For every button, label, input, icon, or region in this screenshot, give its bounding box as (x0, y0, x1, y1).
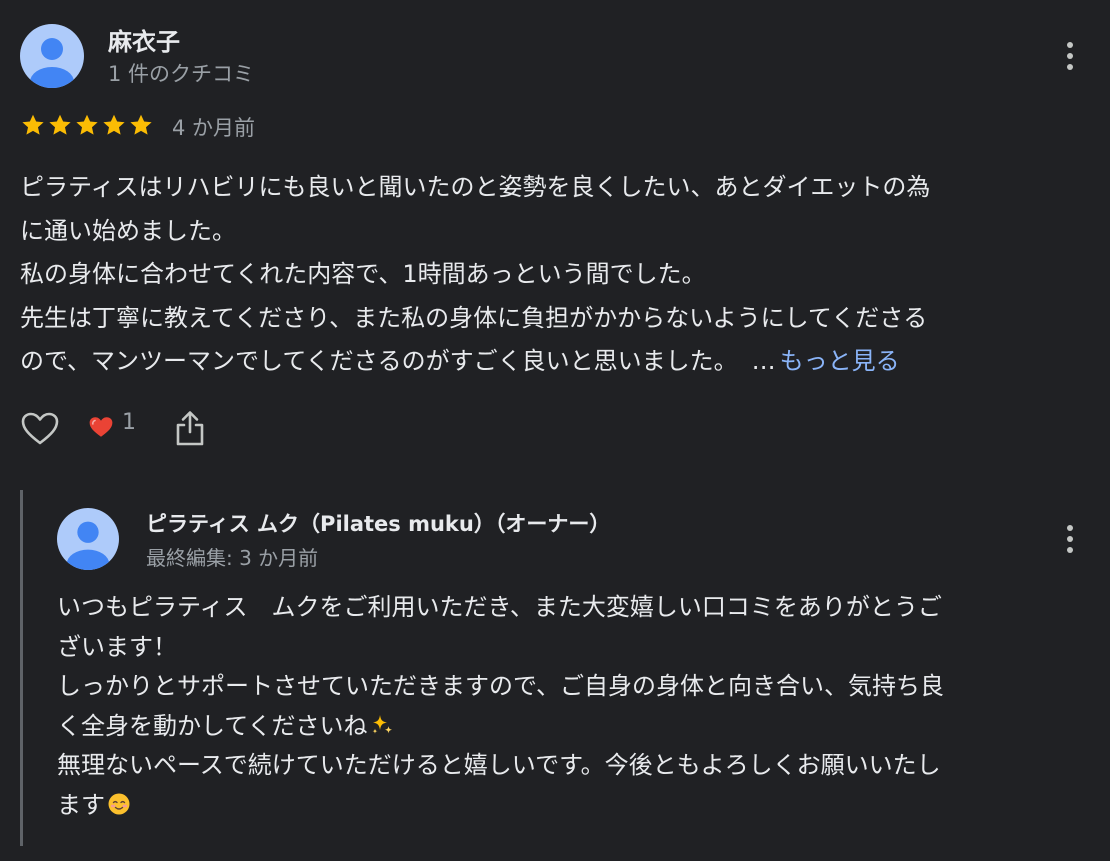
owner-name: ピラティス ムク（Pilates muku）（オーナー） (146, 512, 611, 536)
review-text-line: ので、マンツーマンでしてくださるのがすごく良いと思いました。 (20, 347, 738, 375)
sparkles-emoji (372, 714, 392, 734)
reply-text-line-with-emoji: ます (57, 786, 1097, 826)
reviewer-avatar[interactable] (20, 24, 84, 88)
star-icon (103, 114, 125, 135)
review-text-line: 先生は丁寧に教えてくださり、また私の身体に負担がかからないようにしてくださる (20, 303, 928, 332)
reply-text-line: ざいます！ (57, 632, 177, 661)
heart-outline-icon (21, 412, 59, 445)
reply-text-line: ます (57, 790, 105, 819)
reply-text-line: いつもピラティス ムクをご利用いただき、また大変嬉しい口コミをありがとうご (57, 593, 942, 621)
reply-text-line: く全身を動かしてくださいね (57, 711, 368, 740)
star-icon (76, 114, 98, 135)
more-vert-icon (1067, 525, 1073, 531)
owner-reply-date: 最終編集: 3 か月前 (146, 546, 319, 570)
review-date: 4 か月前 (172, 116, 256, 140)
reaction-count: 1 (122, 410, 136, 435)
reply-text-line-with-emoji: く全身を動かしてくださいね (57, 707, 1097, 747)
review-text-line: ピラティスはリハビリにも良いと聞いたのと姿勢を良くしたい、あとダイエットの為 (20, 173, 931, 201)
reply-text-line: 無理ないペースで続けていただけると嬉しいです。今後ともよろしくお願いいたし (57, 751, 941, 779)
review-text-line: に通い始めました。 (20, 216, 236, 245)
person-icon (30, 38, 74, 88)
reply-text-line: しっかりとサポートさせていただきますので、ご自身の身体と向き合い、気持ち良 (57, 672, 945, 700)
more-vert-icon (1067, 42, 1073, 48)
reply-text: いつもピラティス ムクをご利用いただき、また大変嬉しい口コミをありがとうご ざい… (57, 588, 1097, 825)
more-link[interactable]: もっと見る (780, 347, 900, 375)
reply-divider (20, 490, 23, 846)
person-icon (66, 521, 110, 570)
share-button[interactable] (172, 408, 208, 448)
star-rating (20, 112, 154, 138)
reviewer-name[interactable]: 麻衣子 (108, 22, 180, 57)
star-icon (22, 114, 44, 135)
review-text-line-last: ので、マンツーマンでしてくださるのがすごく良いと思いました。 … もっと見る (20, 340, 1095, 384)
review-more-options-button[interactable] (1058, 36, 1082, 76)
smiling-face-emoji (108, 793, 130, 814)
red-heart-icon (89, 417, 113, 437)
like-button[interactable] (20, 410, 60, 450)
reply-more-options-button[interactable] (1058, 519, 1082, 559)
reviewer-review-count[interactable]: 1 件のクチコミ (108, 58, 254, 88)
star-icon (49, 114, 71, 135)
review-text-line: 私の身体に合わせてくれた内容で、1時間あっという間でした。 (20, 260, 706, 288)
review-card: 麻衣子 1 件のクチコミ 4 か月前 ピラティスはリハビリにも良いと聞いたのと姿… (0, 0, 1110, 861)
owner-avatar[interactable] (57, 508, 119, 570)
share-icon (176, 411, 204, 446)
review-text: ピラティスはリハビリにも良いと聞いたのと姿勢を良くしたい、あとダイエットの為 に… (20, 166, 1095, 384)
star-icon (130, 114, 152, 135)
truncation-ellipsis: … (751, 347, 776, 375)
